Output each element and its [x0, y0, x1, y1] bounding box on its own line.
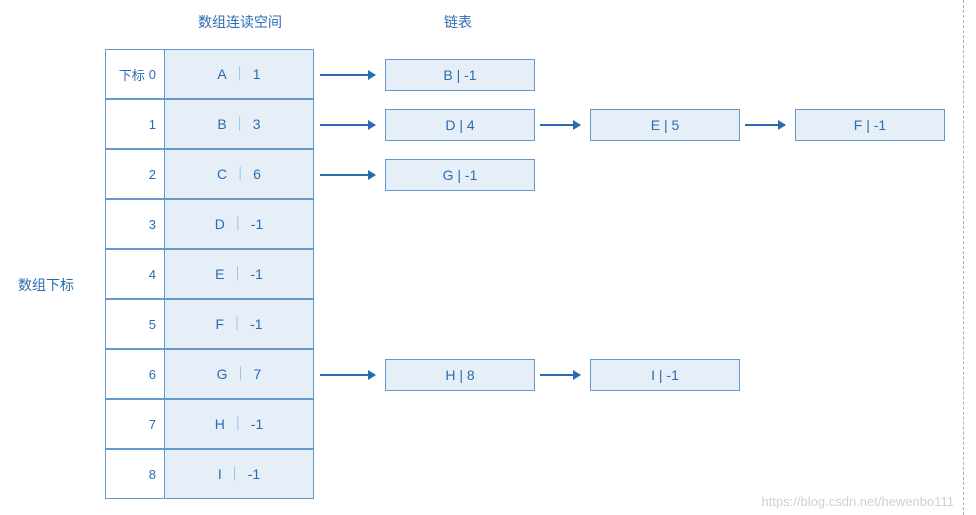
table-row: 1 B ｜ 3: [105, 100, 314, 150]
table-row: 下标 0 A ｜ 1: [105, 50, 314, 100]
index-cell: 3: [105, 199, 165, 249]
index-value: 7: [149, 417, 156, 432]
cell-val: -1: [250, 266, 262, 282]
table-row: 8 I ｜ -1: [105, 450, 314, 500]
link-node: G | -1: [385, 159, 535, 191]
divider-icon: ｜: [234, 364, 248, 384]
divider-icon: ｜: [233, 164, 247, 184]
divider-icon: ｜: [233, 114, 247, 134]
cell-key: E: [215, 266, 224, 282]
data-cell: C ｜ 6: [164, 149, 314, 199]
divider-icon: ｜: [230, 314, 244, 334]
divider-icon: ｜: [228, 464, 242, 484]
cell-key: G: [217, 366, 228, 382]
table-row: 4 E ｜ -1: [105, 250, 314, 300]
index-cell: 6: [105, 349, 165, 399]
data-cell: D ｜ -1: [164, 199, 314, 249]
cell-key: B: [217, 116, 226, 132]
data-cell: F ｜ -1: [164, 299, 314, 349]
side-label-array-index: 数组下标: [18, 275, 74, 295]
cell-val: 6: [253, 166, 261, 182]
cell-key: H: [215, 416, 225, 432]
cell-key: D: [215, 216, 225, 232]
index-cell: 4: [105, 249, 165, 299]
cell-key: F: [215, 316, 224, 332]
link-node: B | -1: [385, 59, 535, 91]
link-node: F | -1: [795, 109, 945, 141]
dashed-divider: [963, 0, 964, 515]
index-value: 5: [149, 317, 156, 332]
data-cell: B ｜ 3: [164, 99, 314, 149]
divider-icon: ｜: [230, 264, 244, 284]
table-row: 7 H ｜ -1: [105, 400, 314, 450]
index-cell: 5: [105, 299, 165, 349]
cell-val: 1: [253, 66, 261, 82]
index-value: 1: [149, 117, 156, 132]
table-row: 5 F ｜ -1: [105, 300, 314, 350]
link-node: E | 5: [590, 109, 740, 141]
index-cell: 2: [105, 149, 165, 199]
table-row: 6 G ｜ 7: [105, 350, 314, 400]
array-table: 下标 0 A ｜ 1 1 B ｜ 3 2 C ｜ 6 3: [105, 50, 314, 500]
index-value: 2: [149, 167, 156, 182]
arrow-icon: [320, 74, 375, 76]
cell-val: 3: [253, 116, 261, 132]
arrow-icon: [320, 374, 375, 376]
watermark: https://blog.csdn.net/hewenbo111: [762, 494, 955, 509]
arrow-icon: [540, 374, 580, 376]
link-node: H | 8: [385, 359, 535, 391]
index-value: 3: [149, 217, 156, 232]
data-cell: G ｜ 7: [164, 349, 314, 399]
divider-icon: ｜: [231, 214, 245, 234]
cell-key: C: [217, 166, 227, 182]
index-value: 4: [149, 267, 156, 282]
data-cell: E ｜ -1: [164, 249, 314, 299]
table-row: 2 C ｜ 6: [105, 150, 314, 200]
link-node: I | -1: [590, 359, 740, 391]
data-cell: H ｜ -1: [164, 399, 314, 449]
cell-val: -1: [250, 316, 262, 332]
header-linked-list: 链表: [444, 12, 472, 32]
cell-val: 7: [254, 366, 262, 382]
cell-key: I: [218, 466, 222, 482]
index-value: 6: [149, 367, 156, 382]
index-value: 8: [149, 467, 156, 482]
data-cell: I ｜ -1: [164, 449, 314, 499]
divider-icon: ｜: [231, 414, 245, 434]
arrow-icon: [745, 124, 785, 126]
link-node: D | 4: [385, 109, 535, 141]
index-cell: 下标 0: [105, 49, 165, 99]
arrow-icon: [320, 174, 375, 176]
divider-icon: ｜: [233, 64, 247, 84]
arrow-icon: [320, 124, 375, 126]
index-cell: 8: [105, 449, 165, 499]
header-array-space: 数组连读空间: [198, 12, 282, 32]
index-prefix: 下标: [119, 65, 145, 84]
data-cell: A ｜ 1: [164, 49, 314, 99]
cell-val: -1: [251, 416, 263, 432]
cell-val: -1: [251, 216, 263, 232]
index-value: 0: [149, 67, 156, 82]
index-cell: 1: [105, 99, 165, 149]
cell-val: -1: [248, 466, 260, 482]
index-cell: 7: [105, 399, 165, 449]
arrow-icon: [540, 124, 580, 126]
cell-key: A: [217, 66, 226, 82]
table-row: 3 D ｜ -1: [105, 200, 314, 250]
